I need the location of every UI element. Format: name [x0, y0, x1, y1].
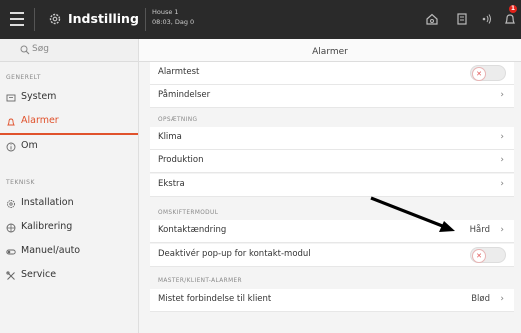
chevron-right-icon: › [500, 225, 504, 235]
row-label: Alarmtest [158, 67, 200, 77]
sidebar-item-system[interactable]: System [0, 86, 138, 110]
sidebar-item-kalibrering[interactable]: Kalibrering [0, 216, 138, 240]
menu-icon[interactable] [10, 12, 24, 26]
sidebar-item-manuel-auto[interactable]: Manuel/auto [0, 240, 138, 264]
row-deaktiver-popup: Deaktivér pop-up for kontakt-modul ✕ [150, 244, 514, 267]
section-heading-technical: TEKNISK [6, 179, 35, 186]
chevron-right-icon: › [500, 90, 504, 100]
search-input[interactable]: Søg [32, 44, 49, 54]
sidebar-item-label: Kalibrering [21, 221, 73, 232]
info-icon [6, 142, 16, 152]
sidebar-item-om[interactable]: Om [0, 135, 138, 159]
alarmtest-toggle[interactable]: ✕ [470, 65, 506, 81]
sidebar-item-alarmer[interactable]: Alarmer [0, 110, 138, 134]
annotation-arrow-icon [370, 196, 455, 232]
row-label: Klima [158, 132, 182, 142]
group-heading-opsaetning: OPSÆTNING [158, 117, 198, 123]
app-title: Indstilling [68, 11, 139, 26]
notification-badge: 1 [509, 5, 517, 13]
gear-icon [49, 13, 61, 25]
page-title: Alarmer [312, 47, 348, 57]
sound-icon[interactable] [480, 12, 494, 26]
top-bar: Indstilling House 1 08:03, Dag 0 1 [0, 0, 521, 39]
group-heading-omskiftermodul: OMSKIFTERMODUL [158, 210, 219, 216]
system-icon [6, 94, 16, 102]
installation-icon [7, 200, 15, 208]
house-info: House 1 08:03, Dag 0 [152, 7, 194, 27]
page-header: Alarmer [139, 39, 521, 62]
chevron-right-icon: › [500, 132, 504, 142]
calibration-icon [6, 223, 16, 233]
row-label: Kontaktændring [158, 225, 227, 235]
toggle-off-icon: ✕ [472, 249, 486, 263]
row-value: Hård [469, 225, 490, 235]
house-name: House 1 [152, 8, 179, 16]
row-paamindelser[interactable]: Påmindelser › [150, 85, 514, 108]
chevron-right-icon: › [500, 294, 504, 304]
bell-icon [7, 118, 15, 126]
row-label: Ekstra [158, 179, 185, 189]
house-time: 08:03, Dag 0 [152, 18, 195, 26]
group-heading-master-klient: MASTER/KLIENT-ALARMER [158, 278, 242, 284]
sidebar-item-label: Service [21, 269, 57, 280]
row-label: Påmindelser [158, 90, 211, 100]
sidebar: Søg GENERELT System Alarmer Om TEKNISK I… [0, 39, 139, 333]
deaktiver-popup-toggle[interactable]: ✕ [470, 247, 506, 263]
document-icon[interactable] [455, 12, 469, 26]
service-icon [6, 271, 15, 280]
home-alarm-icon[interactable] [425, 12, 439, 26]
sidebar-item-label: Alarmer [21, 115, 59, 126]
chevron-right-icon: › [500, 179, 504, 189]
toggle-off-icon: ✕ [472, 67, 486, 81]
sidebar-item-installation[interactable]: Installation [0, 192, 138, 216]
section-heading-general: GENERELT [6, 74, 41, 81]
sidebar-item-label: Om [21, 140, 38, 151]
row-produktion[interactable]: Produktion › [150, 150, 514, 173]
row-klima[interactable]: Klima › [150, 127, 514, 150]
sidebar-item-service[interactable]: Service [0, 264, 138, 288]
row-value: Blød [471, 294, 490, 304]
row-label: Mistet forbindelse til klient [158, 294, 272, 304]
divider [34, 8, 35, 31]
row-label: Deaktivér pop-up for kontakt-modul [158, 249, 311, 259]
row-mistet-forbindelse[interactable]: Mistet forbindelse til klient Blød › [150, 289, 514, 312]
chevron-right-icon: › [500, 155, 504, 165]
manual-auto-icon [6, 249, 16, 255]
sidebar-item-label: System [21, 91, 57, 102]
row-label: Produktion [158, 155, 204, 165]
divider [145, 8, 146, 31]
sidebar-item-label: Installation [21, 197, 74, 208]
sidebar-item-label: Manuel/auto [21, 245, 81, 256]
bell-notification-icon[interactable] [503, 12, 517, 26]
search-icon [20, 45, 30, 55]
row-alarmtest: Alarmtest ✕ [150, 62, 514, 85]
search-box[interactable]: Søg [0, 39, 138, 62]
